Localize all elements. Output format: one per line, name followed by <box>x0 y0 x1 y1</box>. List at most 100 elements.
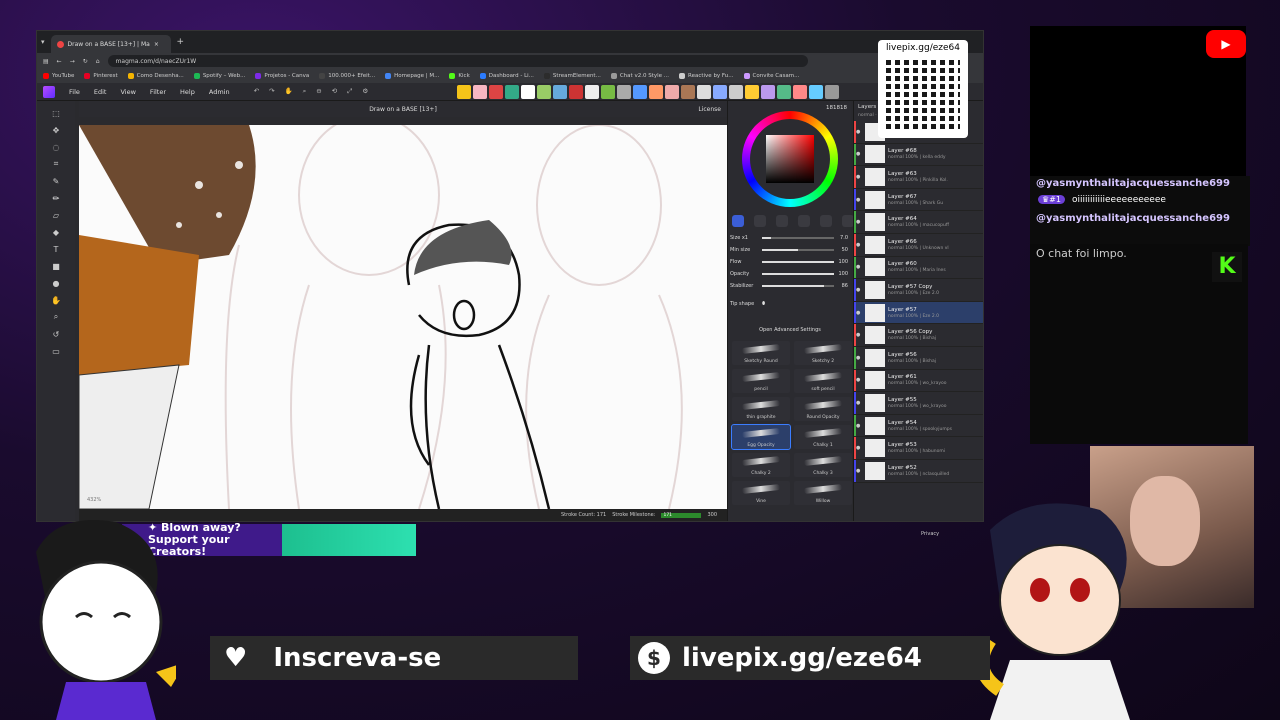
back-icon[interactable]: ← <box>57 58 62 65</box>
user-avatar[interactable] <box>793 85 807 99</box>
eye-icon[interactable]: ● <box>856 377 862 383</box>
eye-icon[interactable]: ● <box>856 174 862 180</box>
pen-mode-icon[interactable] <box>754 215 766 227</box>
sidebar-icon[interactable]: ▤ <box>43 58 49 65</box>
bookmark-item[interactable]: Homepage | M... <box>385 73 439 79</box>
brush-preset[interactable]: soft pencil <box>794 369 852 393</box>
stabilizer-slider[interactable]: Stabilizer 86 <box>730 283 848 289</box>
menu-admin[interactable]: Admin <box>209 88 230 96</box>
add-mode-icon[interactable] <box>798 215 810 227</box>
eye-icon[interactable]: ● <box>856 264 862 270</box>
layer-row[interactable]: ● Layer #64 normal 100% | macucopuff <box>854 211 983 234</box>
user-avatar[interactable] <box>665 85 679 99</box>
license-link[interactable]: License <box>698 106 721 113</box>
brush-preset[interactable]: Vine <box>732 481 790 505</box>
grab-icon[interactable]: ✋ <box>284 87 292 96</box>
user-avatar[interactable] <box>521 85 535 99</box>
eye-icon[interactable]: ● <box>856 197 862 203</box>
layer-row[interactable]: ● Layer #61 normal 100% | wo_krayoo <box>854 369 983 393</box>
pencil-mode-icon[interactable] <box>820 215 832 227</box>
zoom-out-icon[interactable]: ⊖ <box>316 87 321 96</box>
brush-preset[interactable]: Sketchy 2 <box>794 341 852 365</box>
eye-icon[interactable]: ● <box>856 332 862 338</box>
flow-slider[interactable]: Flow 100 <box>730 259 848 265</box>
user-avatar[interactable] <box>761 85 775 99</box>
opacity-slider[interactable]: Opacity 100 <box>730 271 848 277</box>
bookmark-item[interactable]: Pinterest <box>84 73 118 79</box>
eye-icon[interactable]: ● <box>856 423 862 429</box>
menu-help[interactable]: Help <box>180 88 195 96</box>
bookmark-item[interactable]: Convite Casam... <box>743 73 799 79</box>
bookmark-item[interactable]: Dashboard - Li... <box>479 73 534 79</box>
advanced-settings-button[interactable]: Open Advanced Settings <box>736 325 844 335</box>
eye-icon[interactable]: ● <box>856 400 862 406</box>
history-icon[interactable]: ↺ <box>50 328 62 340</box>
bookmark-item[interactable]: YouTube <box>43 73 74 79</box>
close-icon[interactable]: × <box>154 41 159 48</box>
brush-preset[interactable]: Willow <box>794 481 852 505</box>
move-icon[interactable]: ✥ <box>50 124 62 136</box>
lasso-icon[interactable]: ◌ <box>50 141 62 153</box>
zoom-tool-icon[interactable]: ⌕ <box>50 311 62 323</box>
user-avatar[interactable] <box>697 85 711 99</box>
doc-title[interactable]: Draw on a BASE [13+] <box>369 106 437 113</box>
eye-icon[interactable]: ● <box>856 287 862 293</box>
tab-menu-icon[interactable]: ▾ <box>41 38 45 46</box>
min-size-slider[interactable]: Min size 50 <box>730 247 848 253</box>
user-avatar[interactable] <box>633 85 647 99</box>
undo-icon[interactable]: ↶ <box>254 87 259 96</box>
menu-edit[interactable]: Edit <box>94 88 107 96</box>
brush-icon[interactable]: ✏ <box>50 192 62 204</box>
user-avatar[interactable] <box>537 85 551 99</box>
eyedropper-icon[interactable]: ✎ <box>50 175 62 187</box>
layer-row[interactable]: ● Layer #52 normal 100% | nclasquilled <box>854 459 983 483</box>
new-tab-icon[interactable]: + <box>177 37 185 47</box>
drawing-canvas[interactable] <box>79 125 727 509</box>
layer-row[interactable]: ● Layer #66 normal 100% | Unknown vl <box>854 233 983 257</box>
eye-icon[interactable]: ● <box>856 468 862 474</box>
fit-icon[interactable]: ⤢ <box>347 87 352 96</box>
fill-icon[interactable]: ◆ <box>50 226 62 238</box>
bookmark-item[interactable]: 100.000+ Efeit... <box>319 73 375 79</box>
user-avatar[interactable] <box>601 85 615 99</box>
rect-icon[interactable]: ■ <box>50 260 62 272</box>
ellipse-icon[interactable]: ● <box>50 277 62 289</box>
redo-icon[interactable]: ↷ <box>269 87 274 96</box>
brush-preset[interactable]: thin graphite <box>732 397 790 421</box>
color-hex[interactable]: 181818 <box>826 105 847 111</box>
chat-icon[interactable]: ▭ <box>50 345 62 357</box>
user-avatar[interactable] <box>569 85 583 99</box>
privacy-link[interactable]: Privacy <box>921 531 939 537</box>
rotate-icon[interactable]: ⟲ <box>332 87 337 96</box>
fill-mode-icon[interactable] <box>776 215 788 227</box>
user-avatar[interactable] <box>649 85 663 99</box>
brush-preset[interactable]: pencil <box>732 369 790 393</box>
bookmark-item[interactable]: Projetos - Canva <box>255 73 309 79</box>
crop-icon[interactable]: ⌗ <box>50 158 62 170</box>
user-avatar[interactable] <box>505 85 519 99</box>
brush-preset[interactable]: Chalky 1 <box>794 425 852 449</box>
reload-icon[interactable]: ↻ <box>83 58 88 65</box>
tip-shape[interactable]: Tip shape ⬮ <box>730 301 848 307</box>
brush-preset[interactable]: Chalky 3 <box>794 453 852 477</box>
layer-row[interactable]: ● Layer #57 Copy normal 100% | Eze 2.0 <box>854 279 983 302</box>
forward-icon[interactable]: → <box>70 58 75 65</box>
user-avatar[interactable] <box>825 85 839 99</box>
brush-preset[interactable]: Round Opacity <box>794 397 852 421</box>
user-avatar[interactable] <box>777 85 791 99</box>
eye-icon[interactable]: ● <box>856 219 862 225</box>
eye-icon[interactable]: ● <box>856 355 862 361</box>
bookmark-item[interactable]: Spotify – Web... <box>193 73 245 79</box>
user-avatar[interactable] <box>745 85 759 99</box>
blend-mode[interactable]: normal <box>858 113 874 118</box>
magma-logo[interactable] <box>43 85 55 98</box>
user-avatar[interactable] <box>473 85 487 99</box>
user-avatar[interactable] <box>729 85 743 99</box>
eye-icon[interactable]: ● <box>856 445 862 451</box>
user-avatar[interactable] <box>585 85 599 99</box>
home-icon[interactable]: ⌂ <box>96 58 100 65</box>
layer-row[interactable]: ● Layer #53 normal 100% | habunomi <box>854 437 983 460</box>
bookmark-item[interactable]: Como Desenha... <box>127 73 184 79</box>
zoom-icon[interactable]: ⌕ <box>303 87 307 96</box>
bookmark-item[interactable]: Chat v2.0 Style ... <box>610 73 669 79</box>
